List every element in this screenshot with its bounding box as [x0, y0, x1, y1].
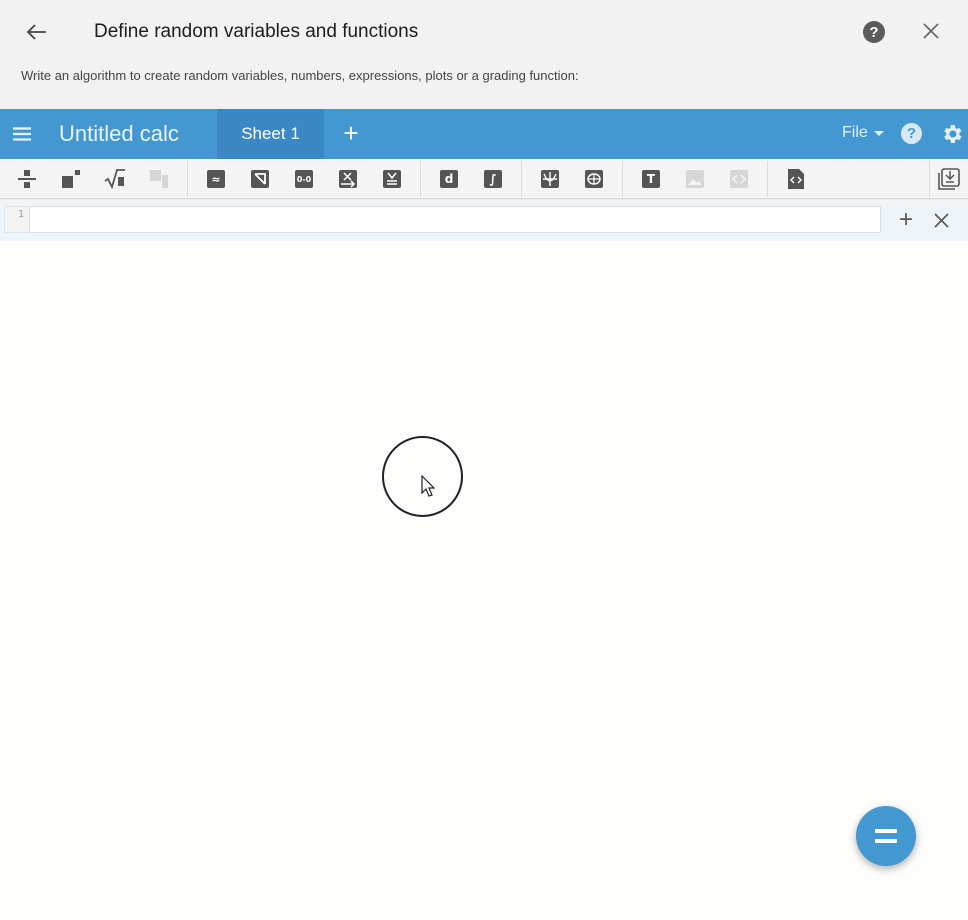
toolbar-separator — [767, 161, 768, 197]
close-icon — [933, 212, 949, 228]
dialog-header: Define random variables and functions ? … — [0, 0, 968, 109]
app-bar: Untitled calc Sheet 1 + File ? — [0, 109, 968, 159]
subscript-button[interactable] — [148, 168, 170, 190]
embed-button[interactable] — [728, 168, 750, 190]
integral-icon: ∫ — [484, 170, 502, 188]
insert-button[interactable] — [938, 168, 960, 190]
less-equal-button[interactable] — [381, 168, 403, 190]
image-icon — [686, 170, 704, 188]
add-line-button[interactable]: + — [894, 208, 918, 233]
tab-sheet-1[interactable]: Sheet 1 — [217, 109, 324, 159]
approx-button[interactable]: ≈ — [205, 168, 227, 190]
calc-title[interactable]: Untitled calc — [59, 121, 179, 147]
fraction-icon — [18, 170, 36, 188]
vector-button[interactable] — [337, 168, 359, 190]
evaluate-button[interactable] — [856, 806, 916, 866]
code-editor-row: 1 + — [0, 201, 968, 241]
globe-icon — [585, 170, 603, 188]
sqrt-button[interactable] — [104, 168, 126, 190]
derivative-button[interactable]: d — [438, 168, 460, 190]
toolbar-separator — [929, 161, 930, 197]
subscript-icon — [150, 170, 168, 188]
gear-icon[interactable] — [940, 122, 964, 146]
superscript-button[interactable] — [60, 168, 82, 190]
mouse-pointer-icon — [421, 475, 435, 497]
graph-icon — [541, 170, 559, 188]
derivative-icon: d — [440, 170, 458, 188]
less-equal-icon — [383, 170, 401, 188]
help-icon[interactable]: ? — [863, 21, 885, 43]
dialog-title: Define random variables and functions — [94, 21, 419, 42]
menu-button[interactable] — [8, 121, 36, 147]
image-button[interactable] — [684, 168, 706, 190]
text-icon: T — [642, 170, 660, 188]
back-button[interactable] — [22, 17, 52, 47]
approx-icon: ≈ — [207, 170, 225, 188]
insert-icon — [938, 168, 960, 190]
not-button[interactable] — [249, 168, 271, 190]
toolbar-separator — [420, 161, 421, 197]
file-code-button[interactable] — [785, 168, 807, 190]
app-help-icon[interactable]: ? — [901, 123, 922, 144]
sqrt-icon — [104, 169, 125, 189]
vector-arrow-icon — [339, 170, 357, 188]
text-button[interactable]: T — [640, 168, 662, 190]
file-menu[interactable]: File — [842, 124, 884, 142]
toolbar-separator — [622, 161, 623, 197]
interval-button[interactable]: 0-0 — [293, 168, 315, 190]
toolbar-separator — [187, 161, 188, 197]
caret-down-icon — [873, 130, 884, 136]
fraction-button[interactable] — [16, 168, 38, 190]
toolbar-separator — [521, 161, 522, 197]
code-icon — [730, 170, 748, 188]
remove-line-button[interactable] — [930, 209, 952, 231]
add-sheet-button[interactable]: + — [338, 120, 364, 148]
line-number: 1 — [4, 206, 30, 233]
superscript-icon — [62, 170, 80, 188]
close-button[interactable] — [918, 18, 944, 44]
hamburger-icon — [13, 127, 31, 141]
integral-button[interactable]: ∫ — [482, 168, 504, 190]
file-menu-label: File — [842, 124, 868, 141]
file-code-icon — [788, 169, 804, 189]
graph-button[interactable] — [539, 168, 561, 190]
not-icon — [251, 170, 269, 188]
math-toolbar: ≈ 0-0 d ∫ T — [0, 159, 968, 199]
equals-icon — [875, 829, 897, 843]
close-icon — [923, 23, 939, 39]
dialog-description: Write an algorithm to create random vari… — [21, 68, 579, 83]
arrow-left-icon — [27, 24, 46, 40]
code-input[interactable] — [29, 206, 881, 233]
interval-icon: 0-0 — [295, 170, 313, 188]
globe-button[interactable] — [583, 168, 605, 190]
